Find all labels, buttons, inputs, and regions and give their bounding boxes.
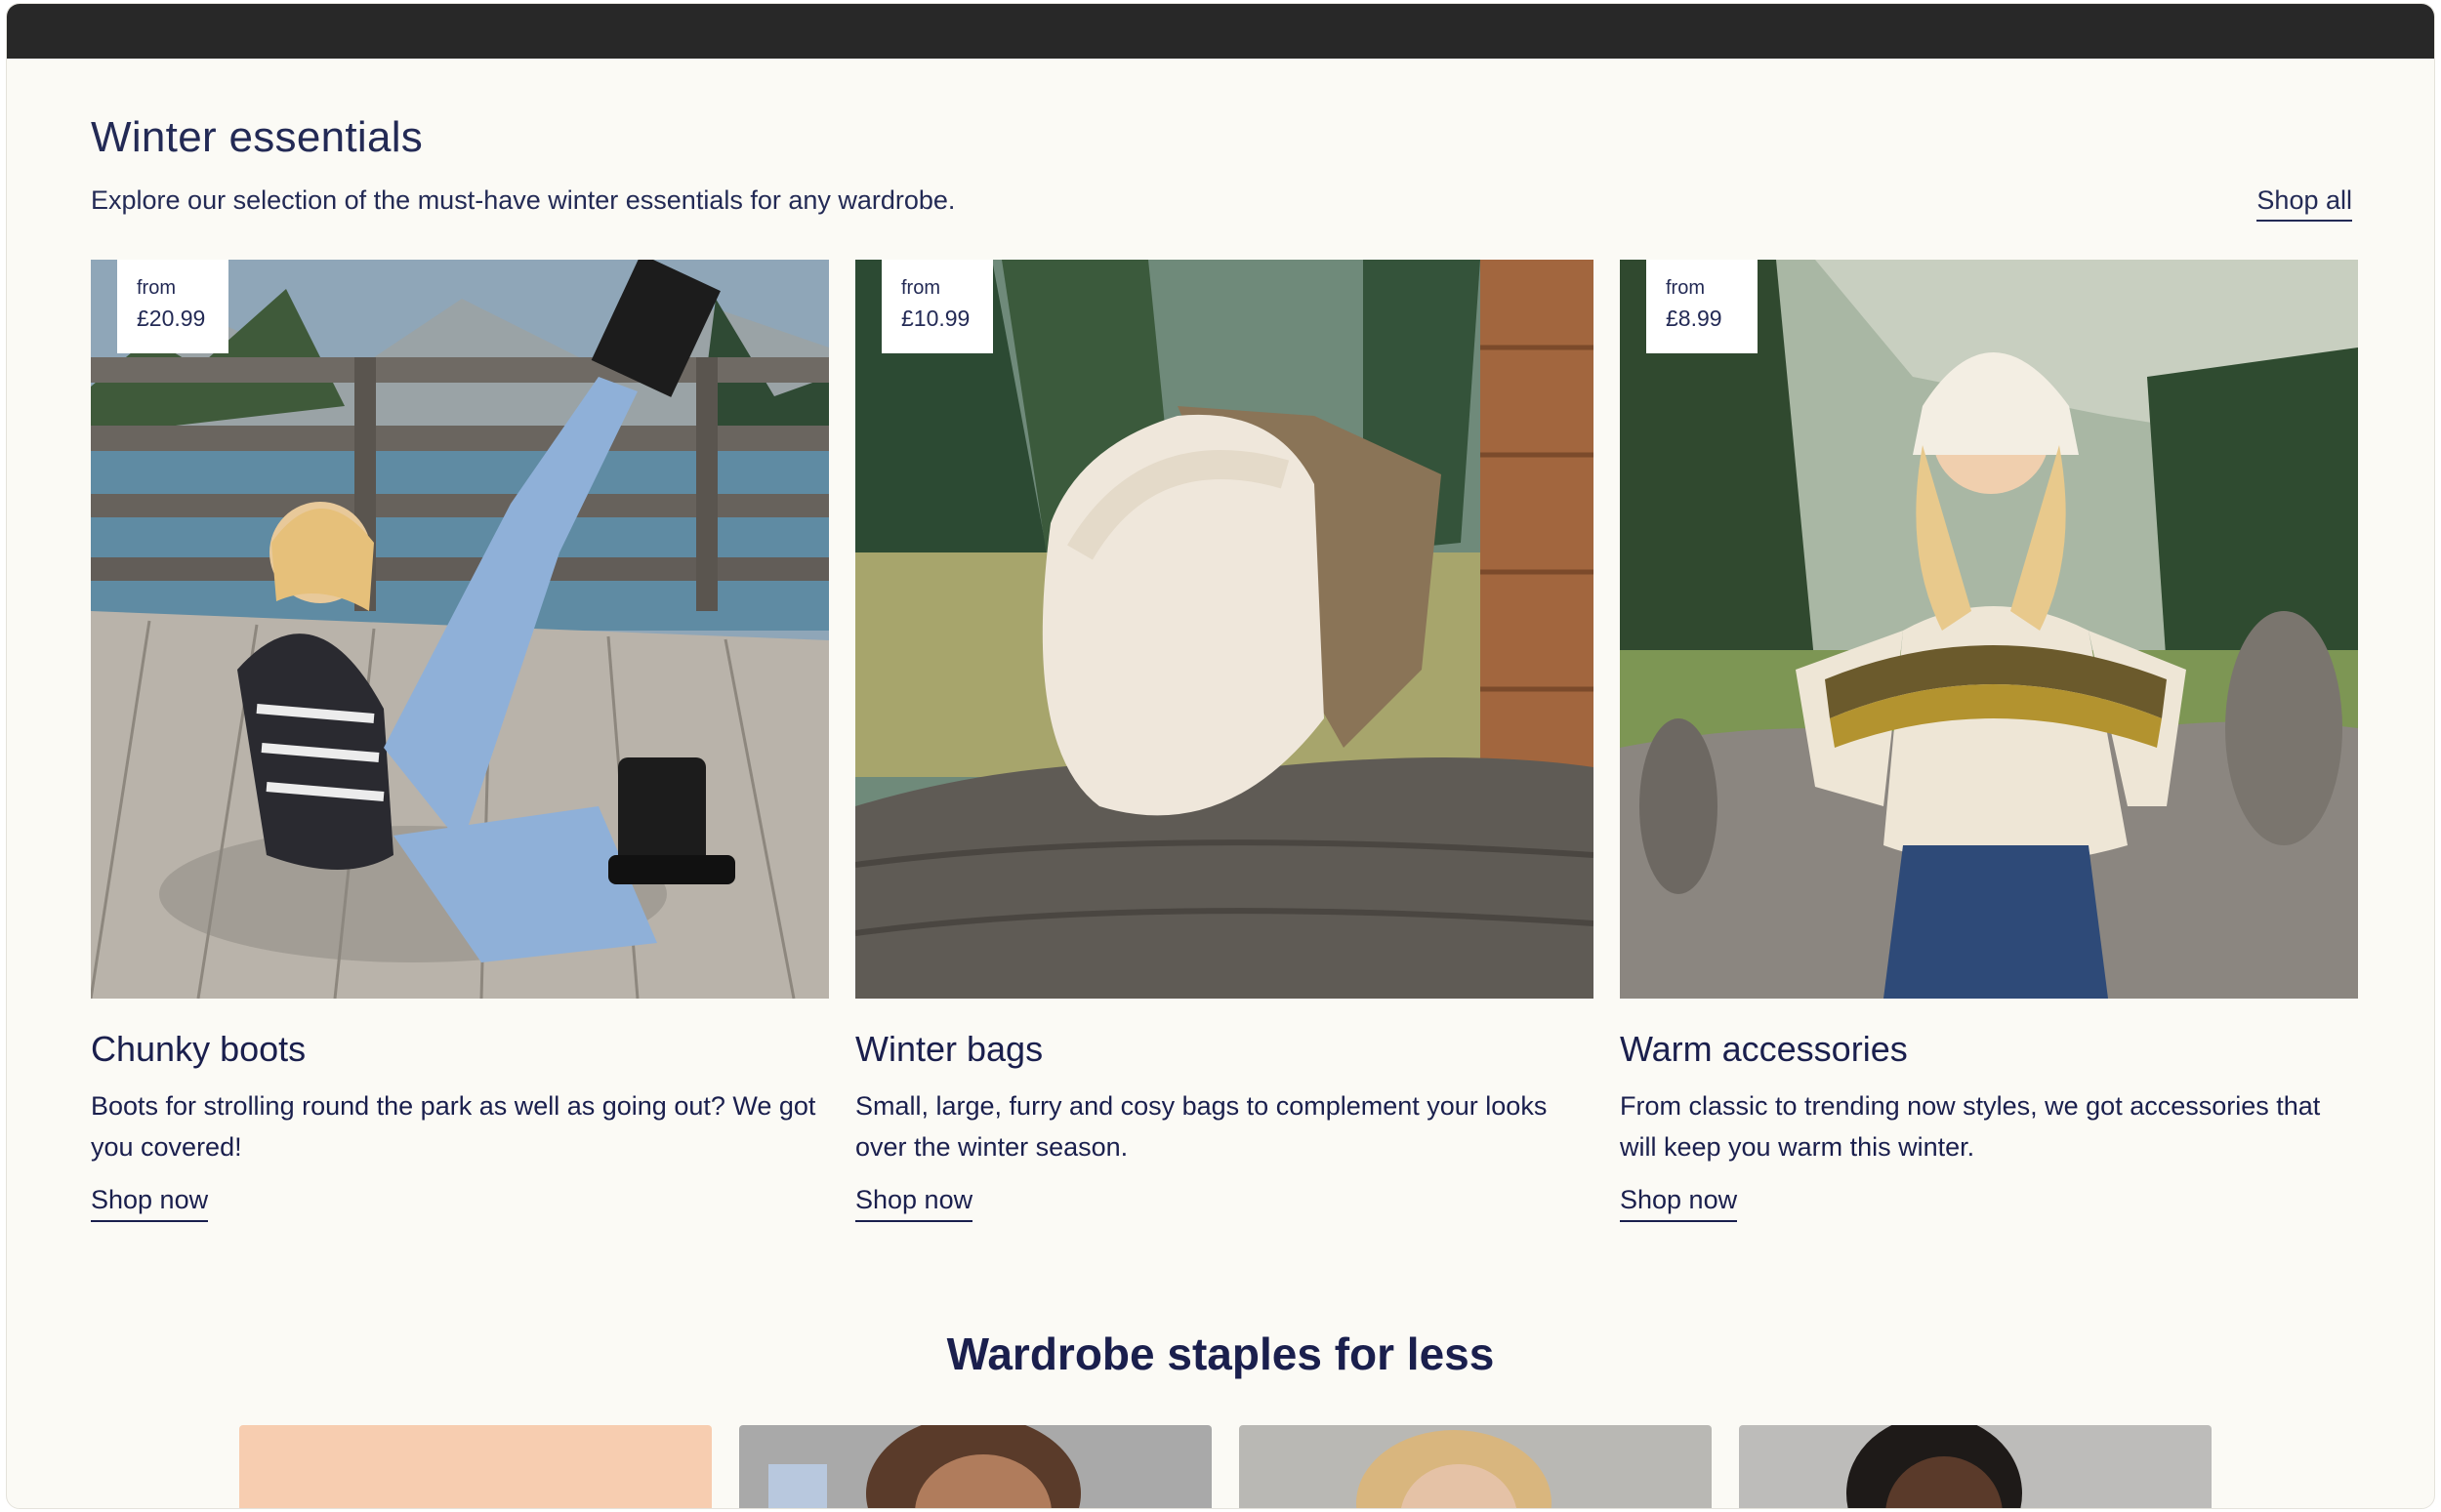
product-card-warm-accessories: from £8.99 Warm accessories From classic…	[1620, 260, 2358, 1222]
staple-tile-model-2[interactable]	[1239, 1425, 1712, 1508]
price-prefix: from	[901, 277, 940, 299]
price-value: £20.99	[137, 306, 206, 331]
staple-model-1-photo	[739, 1425, 1212, 1508]
browser-frame: Winter essentials Explore our selection …	[6, 3, 2435, 1509]
card-title: Winter bags	[855, 1029, 1044, 1069]
price-tag: from £8.99	[1646, 260, 1758, 353]
staple-tile-model-1[interactable]	[739, 1425, 1212, 1508]
card-description: Small, large, furry and cosy bags to com…	[855, 1091, 1548, 1162]
staple-tile-peach[interactable]	[239, 1425, 712, 1508]
price-tag: from £20.99	[117, 260, 228, 353]
section-subtitle: Explore our selection of the must-have w…	[91, 185, 956, 215]
shop-all-link[interactable]: Shop all	[2256, 185, 2352, 222]
price-prefix: from	[1666, 277, 1705, 299]
section-title: Winter essentials	[91, 113, 424, 161]
shop-now-link[interactable]: Shop now	[91, 1185, 209, 1222]
price-value: £8.99	[1666, 306, 1722, 331]
staple-tile-model-3[interactable]	[1739, 1425, 2212, 1508]
card-description: From classic to trending now styles, we …	[1620, 1091, 2321, 1162]
price-value: £10.99	[901, 306, 971, 331]
card-description: Boots for strolling round the park as we…	[91, 1091, 816, 1162]
top-bar	[7, 4, 2434, 59]
shop-now-link[interactable]: Shop now	[1620, 1185, 1738, 1222]
staple-model-2-photo	[1239, 1425, 1712, 1508]
product-card-chunky-boots: from £20.99 Chunky boots Boots for strol…	[91, 260, 829, 1222]
chunky-boots-image[interactable]: from £20.99	[91, 260, 829, 999]
winter-bags-image[interactable]: from £10.99	[855, 260, 1593, 999]
staples-section-title: Wardrobe staples for less	[946, 1328, 1495, 1379]
winter-bags-photo	[855, 260, 1593, 999]
product-card-winter-bags: from £10.99 Winter bags Small, large, fu…	[855, 260, 1593, 1222]
chunky-boots-photo	[91, 260, 829, 999]
price-tag: from £10.99	[882, 260, 993, 353]
price-prefix: from	[137, 277, 176, 299]
warm-accessories-photo	[1620, 260, 2358, 999]
warm-accessories-image[interactable]: from £8.99	[1620, 260, 2358, 999]
card-title: Warm accessories	[1620, 1029, 1908, 1069]
shop-now-link[interactable]: Shop now	[855, 1185, 973, 1222]
card-title: Chunky boots	[91, 1029, 307, 1069]
staple-model-3-photo	[1739, 1425, 2212, 1508]
